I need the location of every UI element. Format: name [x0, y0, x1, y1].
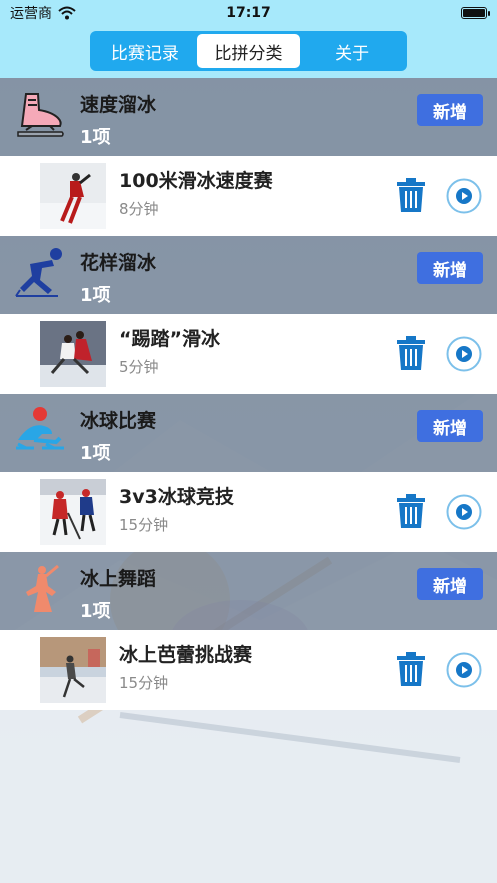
add-button[interactable]: 新增: [417, 568, 483, 600]
category-text: 冰上舞蹈 1项: [80, 564, 156, 623]
status-bar: 运营商 17:17: [0, 0, 497, 26]
skater-icon: [15, 248, 62, 297]
item-thumbnail: [40, 637, 106, 703]
category-name: 冰上舞蹈: [80, 568, 157, 590]
item-thumbnail: [40, 479, 106, 545]
item-duration: 8分钟: [119, 200, 159, 218]
trash-icon[interactable]: [396, 178, 426, 212]
item-duration: 15分钟: [119, 516, 169, 534]
category-header-speed-skating: 速度溜冰 1项 新增: [0, 78, 497, 156]
item-thumbnail: [40, 321, 106, 387]
status-left: 运营商: [10, 3, 76, 23]
list-item[interactable]: “踢踏”滑冰 5分钟: [0, 314, 497, 394]
trash-icon[interactable]: [396, 336, 426, 370]
segmented-control: 比赛记录 比拼分类 关于: [90, 31, 407, 71]
trash-icon[interactable]: [396, 494, 426, 528]
item-duration: 15分钟: [119, 674, 169, 692]
category-header-ice-dance: 冰上舞蹈 1项 新增: [0, 552, 497, 630]
category-name: 花样溜冰: [80, 252, 157, 274]
item-title: 100米滑冰速度赛: [119, 170, 273, 192]
category-count: 1项: [80, 601, 111, 622]
category-name: 冰球比赛: [80, 410, 157, 432]
nav-bar: 比赛记录 比拼分类 关于: [0, 26, 497, 78]
play-icon[interactable]: [446, 652, 482, 688]
add-button[interactable]: 新增: [417, 252, 483, 284]
wifi-icon: [58, 6, 76, 20]
category-text: 速度溜冰 1项: [80, 90, 156, 149]
category-list: 速度溜冰 1项 新增 100米滑冰速度赛 8分钟 花样溜冰 1项 新增 “踢踏”…: [0, 78, 497, 710]
item-title: 3v3冰球竞技: [119, 486, 234, 508]
play-icon[interactable]: [446, 494, 482, 530]
category-header-ice-hockey: 冰球比赛 1项 新增: [0, 394, 497, 472]
category-count: 1项: [80, 285, 111, 306]
category-text: 冰球比赛 1项: [80, 406, 156, 465]
hockey-player-icon: [16, 407, 64, 450]
category-name: 速度溜冰: [80, 94, 157, 116]
play-icon[interactable]: [446, 178, 482, 214]
category-count: 1项: [80, 127, 111, 148]
clock: 17:17: [226, 5, 271, 21]
list-item[interactable]: 冰上芭蕾挑战赛 15分钟: [0, 630, 497, 710]
skate-boot-icon: [17, 93, 64, 137]
add-button[interactable]: 新增: [417, 410, 483, 442]
trash-icon[interactable]: [396, 652, 426, 686]
list-item[interactable]: 100米滑冰速度赛 8分钟: [0, 156, 497, 236]
item-title: 冰上芭蕾挑战赛: [119, 644, 253, 666]
tab-about[interactable]: 关于: [300, 34, 404, 68]
dancer-icon: [26, 564, 59, 612]
battery-icon: [461, 7, 490, 19]
list-item[interactable]: 3v3冰球竞技 15分钟: [0, 472, 497, 552]
category-text: 花样溜冰 1项: [80, 248, 156, 307]
category-count: 1项: [80, 443, 111, 464]
add-button[interactable]: 新增: [417, 94, 483, 126]
item-thumbnail: [40, 163, 106, 229]
play-icon[interactable]: [446, 336, 482, 372]
tab-categories[interactable]: 比拼分类: [196, 34, 301, 68]
category-header-figure-skating: 花样溜冰 1项 新增: [0, 236, 497, 314]
carrier-label: 运营商: [10, 6, 52, 22]
item-duration: 5分钟: [119, 358, 159, 376]
item-title: “踢踏”滑冰: [119, 328, 220, 350]
tab-records[interactable]: 比赛记录: [93, 34, 197, 68]
